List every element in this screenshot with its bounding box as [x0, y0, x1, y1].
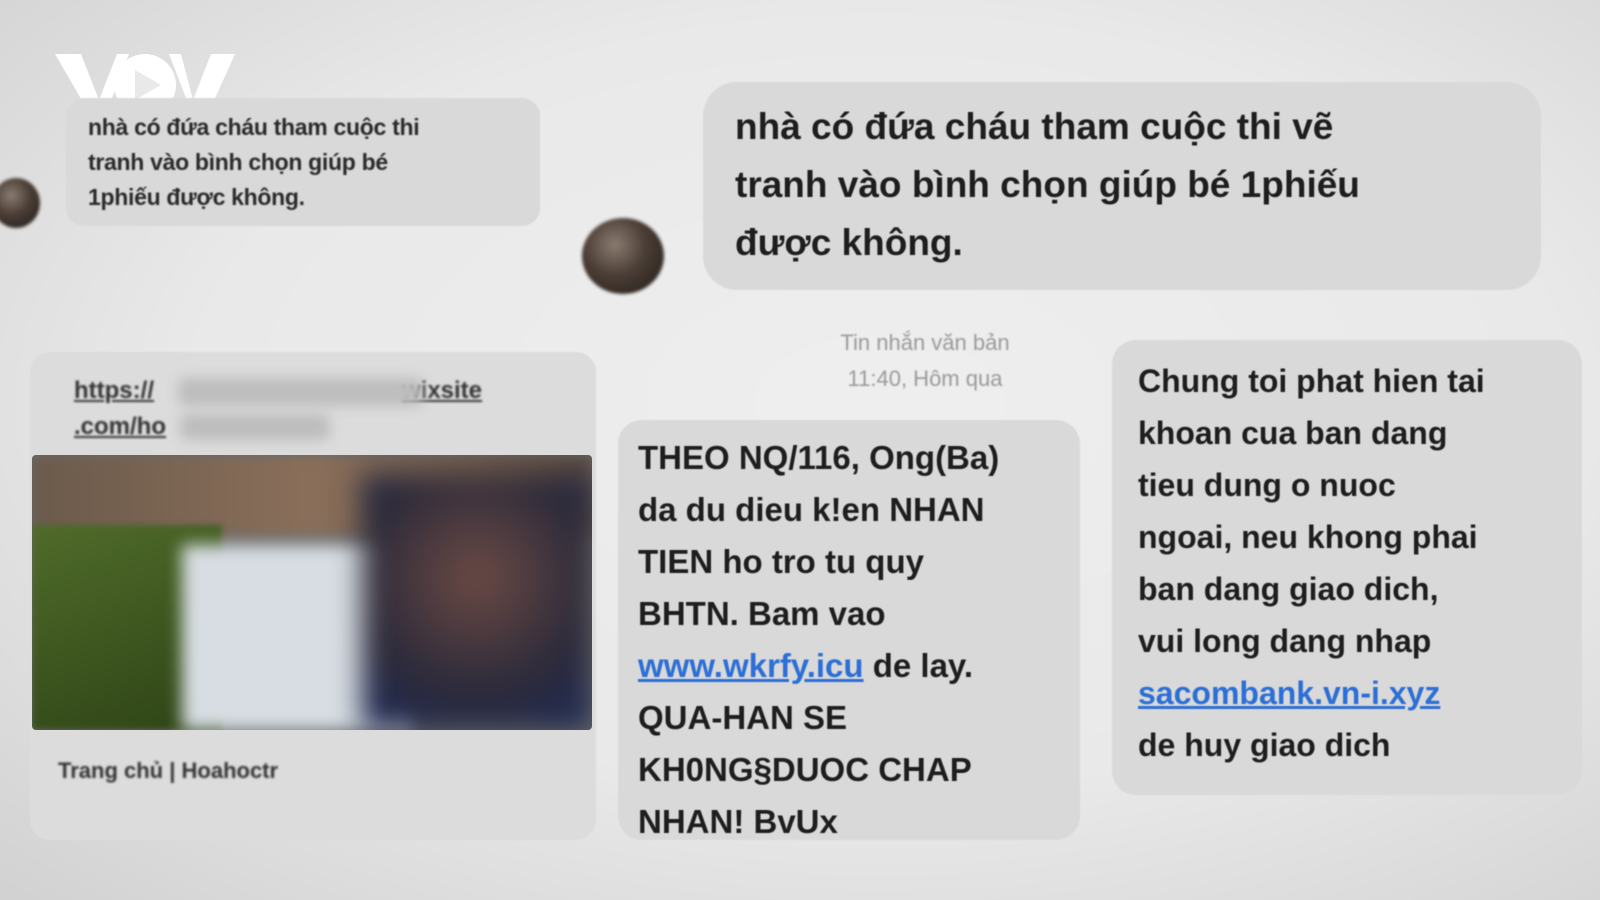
- sms-2-text-before: Chung toi phat hien tai khoan cua ban da…: [1138, 363, 1485, 659]
- sms-2-link[interactable]: sacombank.vn-i.xyz: [1138, 675, 1440, 711]
- preview-url-start: https://: [74, 377, 154, 404]
- left-message-text: nhà có đứa cháu tham cuộc thi tranh vào …: [88, 114, 420, 210]
- preview-caption: Trang chủ | Hoahoctr: [58, 758, 279, 783]
- sms-2-text: Chung toi phat hien tai khoan cua ban da…: [1138, 355, 1485, 771]
- main-message-text: nhà có đứa cháu tham cuộc thi vẽ tranh v…: [735, 106, 1360, 263]
- sender-avatar[interactable]: [582, 218, 664, 294]
- left-avatar[interactable]: [0, 178, 40, 228]
- sms-2-text-after: de huy giao dich: [1138, 727, 1391, 763]
- preview-image[interactable]: [32, 455, 592, 730]
- sms-1-text-before: THEO NQ/116, Ong(Ba) da du dieu k!en NHA…: [638, 439, 1000, 632]
- sms-1-link[interactable]: www.wkrfy.icu: [638, 647, 864, 684]
- sms-1-text: THEO NQ/116, Ong(Ba) da du dieu k!en NHA…: [638, 432, 999, 848]
- sms-timestamp: 11:40, Hôm qua: [847, 366, 1003, 391]
- preview-url-line-2[interactable]: .com/ho: [74, 413, 166, 441]
- url-blur-mask-2: [180, 414, 330, 440]
- url-blur-mask-1: [178, 378, 423, 406]
- sms-type-label: Tin nhắn văn bản: [840, 330, 1010, 355]
